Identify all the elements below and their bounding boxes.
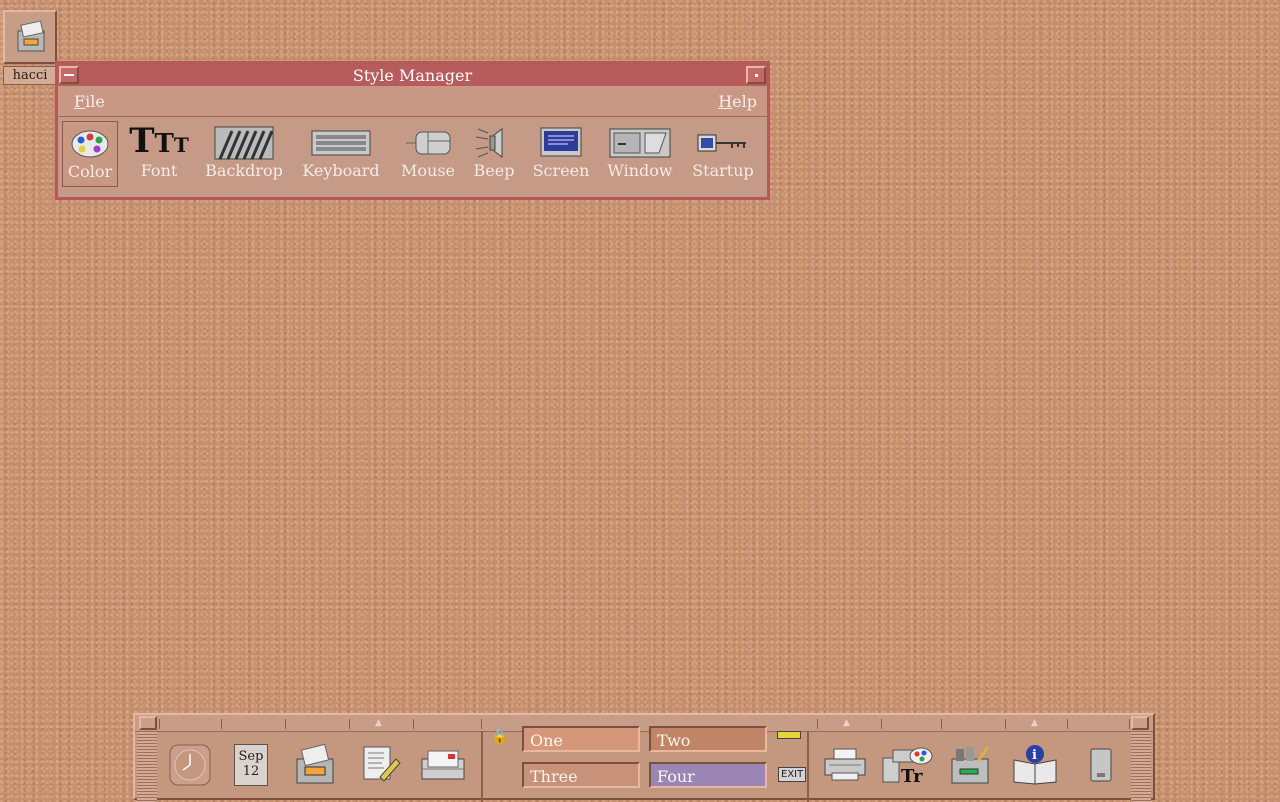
file-manager-icon	[3, 10, 57, 64]
tool-backdrop[interactable]: Backdrop	[200, 121, 288, 187]
panel-drag-handle[interactable]	[1131, 731, 1151, 802]
workspace-three-button[interactable]: Three	[522, 762, 640, 788]
speaker-icon	[474, 125, 514, 161]
panel-drag-handle[interactable]	[137, 731, 157, 802]
workspace-two-button[interactable]: Two	[649, 726, 767, 752]
menu-help-mnemonic: H	[718, 91, 733, 111]
screen-icon	[540, 125, 582, 161]
exit-button[interactable]: EXIT	[778, 767, 807, 782]
style-manager-window: Style Manager File Help Color TTT Font B…	[55, 61, 770, 200]
tool-screen-label: Screen	[532, 161, 590, 180]
mail-icon[interactable]	[415, 737, 471, 793]
panel-menu-button[interactable]	[139, 716, 157, 730]
application-manager-icon[interactable]	[943, 737, 999, 793]
minimize-button[interactable]	[746, 66, 766, 84]
workspace-four-button[interactable]: Four	[649, 762, 767, 788]
calendar-day: 12	[242, 764, 260, 779]
help-manager-icon[interactable]: i	[1007, 737, 1063, 793]
lock-icon[interactable]: 🔒	[491, 729, 508, 745]
tool-window-label: Window	[607, 161, 673, 180]
font-icon: TTT	[129, 121, 189, 161]
minimize-icon	[754, 73, 758, 77]
window-icon	[609, 125, 671, 161]
backdrop-icon	[214, 125, 274, 161]
menu-file[interactable]: File	[74, 92, 105, 111]
palette-icon	[70, 126, 110, 162]
tool-beep[interactable]: Beep	[462, 121, 526, 187]
tool-beep-label: Beep	[473, 161, 515, 180]
mouse-icon	[404, 125, 452, 161]
busy-light-icon	[777, 731, 801, 739]
tool-startup[interactable]: Startup	[684, 121, 762, 187]
menu-file-mnemonic: F	[74, 91, 86, 111]
menu-file-rest: ile	[85, 91, 105, 111]
calendar-month: Sep	[238, 749, 264, 764]
style-manager-icon[interactable]: Tr	[879, 737, 935, 793]
printer-icon[interactable]	[817, 737, 873, 793]
tool-mouse[interactable]: Mouse	[394, 121, 462, 187]
tool-color-label: Color	[67, 162, 113, 181]
subpanel-arrow-icon[interactable]: ▲	[1031, 718, 1038, 728]
trash-icon[interactable]	[1073, 737, 1129, 793]
tool-font[interactable]: TTT Font	[118, 121, 200, 187]
menubar: File Help	[58, 86, 767, 117]
window-menu-button[interactable]	[59, 66, 79, 84]
tool-backdrop-label: Backdrop	[205, 161, 283, 180]
tool-startup-label: Startup	[692, 161, 754, 180]
window-title: Style Manager	[352, 65, 473, 85]
svg-text:Tr: Tr	[901, 766, 923, 786]
style-toolbar: Color TTT Font Backdrop Keyboard Mouse B…	[58, 117, 767, 187]
titlebar: Style Manager	[58, 64, 767, 86]
menu-help[interactable]: Help	[718, 92, 757, 111]
tool-font-label: Font	[140, 161, 178, 180]
calendar-icon[interactable]: Sep 12	[223, 737, 279, 793]
front-panel: ▲ ▲ ▲ Sep 12 🔒 One Two Three Four EXIT T…	[133, 713, 1155, 802]
file-manager-icon[interactable]	[287, 737, 343, 793]
subpanel-strip: ▲ ▲ ▲	[135, 715, 1153, 732]
keyboard-icon	[311, 125, 371, 161]
workspace-one-button[interactable]: One	[522, 726, 640, 752]
window-menu-icon	[64, 74, 74, 76]
panel-minimize-button[interactable]	[1131, 716, 1149, 730]
clock-icon[interactable]	[162, 737, 218, 793]
tool-mouse-label: Mouse	[401, 161, 455, 180]
tool-keyboard-label: Keyboard	[302, 161, 380, 180]
desktop-icon-label: hacci	[3, 66, 57, 85]
subpanel-arrow-icon[interactable]: ▲	[375, 718, 382, 728]
key-icon	[696, 125, 750, 161]
subpanel-arrow-icon[interactable]: ▲	[843, 718, 850, 728]
text-editor-icon[interactable]	[353, 737, 409, 793]
desktop-icon-hacci[interactable]: hacci	[3, 10, 59, 85]
tool-screen[interactable]: Screen	[526, 121, 596, 187]
tool-color[interactable]: Color	[62, 121, 118, 187]
menu-help-rest: elp	[732, 91, 757, 111]
tool-window[interactable]: Window	[596, 121, 684, 187]
tool-keyboard[interactable]: Keyboard	[288, 121, 394, 187]
svg-text:i: i	[1032, 748, 1037, 763]
